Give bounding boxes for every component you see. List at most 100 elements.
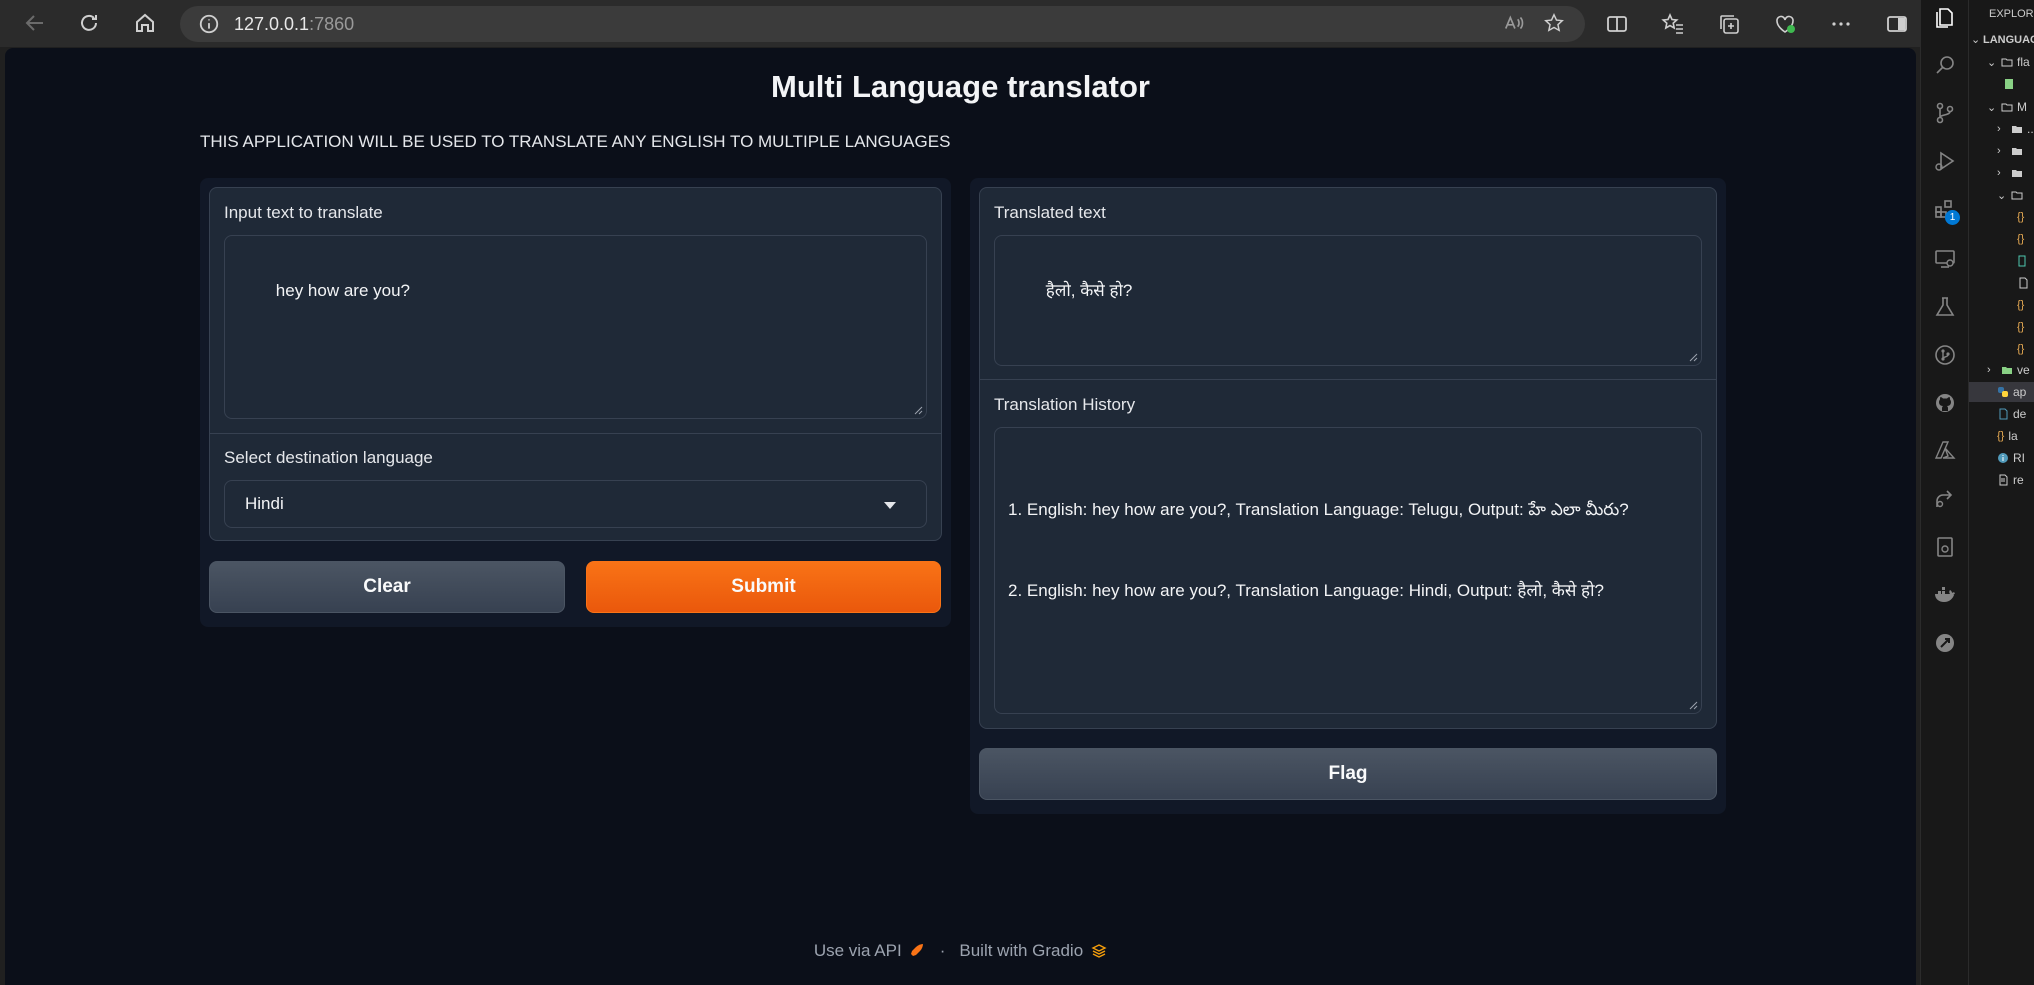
github-icon[interactable]: [1933, 391, 1957, 415]
submit-button[interactable]: Submit: [586, 561, 941, 613]
output-column: Translated text हैलो, कैसे हो? Translati…: [970, 178, 1726, 814]
tree-item[interactable]: ap: [1997, 382, 2026, 402]
address-bar[interactable]: 127.0.0.1:7860: [180, 6, 1585, 42]
explorer-icon[interactable]: [1933, 6, 1957, 30]
resize-handle-icon[interactable]: [914, 406, 923, 415]
tree-item[interactable]: [2003, 74, 2019, 94]
use-via-api-link[interactable]: Use via API: [814, 941, 902, 961]
azure-icon[interactable]: [1933, 439, 1957, 463]
json-file-icon: {}: [1997, 430, 2005, 442]
json-file-icon: {}: [2017, 321, 2025, 333]
tree-item[interactable]: {}: [2017, 317, 2028, 337]
rocket-icon: [910, 944, 923, 956]
tree-item[interactable]: ›..: [1997, 119, 2034, 139]
built-with-gradio-link[interactable]: Built with Gradio: [959, 941, 1083, 961]
json-file-icon: {}: [2017, 343, 2025, 355]
tree-item[interactable]: {} la: [1997, 426, 2018, 446]
history-textarea[interactable]: 1. English: hey how are you?, Translatio…: [994, 427, 1702, 714]
binary-file-icon: [2018, 255, 2026, 267]
gradio-logo-icon: [1091, 944, 1107, 958]
flag-button[interactable]: Flag: [979, 748, 1717, 800]
url-port: :7860: [309, 13, 355, 34]
tree-label: la: [2008, 429, 2018, 443]
live-share-icon[interactable]: [1933, 487, 1957, 511]
chevron-right-icon: ›: [1987, 364, 1991, 376]
testing-flask-icon[interactable]: [1933, 295, 1957, 319]
chevron-down-icon: ⌄: [1987, 56, 1997, 69]
star-icon[interactable]: [1543, 12, 1565, 34]
source-control-icon[interactable]: [1933, 101, 1957, 125]
input-textarea[interactable]: hey how are you?: [224, 235, 927, 419]
tree-item[interactable]: {}: [2017, 229, 2028, 249]
favorites-icon: [1661, 12, 1683, 34]
refresh-button[interactable]: [68, 2, 110, 44]
output-form: Translated text हैलो, कैसे हो? Translati…: [979, 187, 1717, 729]
footer-separator: ·: [939, 941, 946, 960]
git-graph-icon[interactable]: [1933, 343, 1957, 367]
tree-item[interactable]: {}: [2017, 295, 2028, 315]
tree-label: M: [2017, 100, 2027, 114]
file-icon: [2019, 277, 2028, 289]
tree-label: de: [2013, 407, 2027, 421]
requirements-file-icon: [1999, 474, 2008, 486]
doc-file-icon: [1999, 408, 2008, 420]
tree-item[interactable]: re: [1997, 470, 2024, 490]
resize-handle-icon[interactable]: [1689, 353, 1698, 362]
run-debug-icon[interactable]: [1933, 149, 1957, 173]
refresh-icon: [81, 14, 97, 31]
tree-item[interactable]: de: [1997, 404, 2026, 424]
browser-essentials-button[interactable]: [1763, 2, 1807, 46]
json-file-icon: {}: [2017, 211, 2025, 223]
tree-item[interactable]: ⌄: [1997, 185, 2027, 205]
docker-icon[interactable]: [1933, 583, 1957, 607]
arrow-left-icon: [25, 15, 43, 31]
form-divider: [210, 433, 941, 434]
tree-item[interactable]: › ve: [1987, 360, 2030, 380]
info-icon[interactable]: [198, 13, 220, 35]
url-host: 127.0.0.1: [234, 13, 310, 34]
tree-item[interactable]: [2017, 251, 2033, 271]
read-aloud-icon[interactable]: [1503, 12, 1525, 34]
vscode-activity-bar: 1: [1920, 0, 1968, 985]
chevron-right-icon: ›: [1997, 167, 2001, 179]
tree-item[interactable]: ⌄ fla: [1987, 52, 2030, 72]
collections-button[interactable]: [1707, 2, 1751, 46]
home-button[interactable]: [124, 2, 166, 44]
tree-item[interactable]: ›: [1997, 163, 2027, 183]
language-dropdown[interactable]: Hindi: [224, 480, 927, 528]
chevron-down-icon[interactable]: ⌄: [1971, 33, 1980, 46]
search-icon[interactable]: [1933, 53, 1957, 77]
explorer-title: EXPLORER: [1989, 8, 2034, 20]
extensions-badge: 1: [1945, 210, 1960, 225]
form-divider: [980, 379, 1716, 380]
workspace-header[interactable]: LANGUAGE: [1983, 34, 2034, 46]
tree-item[interactable]: {}: [2017, 207, 2028, 227]
settings-sync-icon[interactable]: [1933, 535, 1957, 559]
split-screen-button[interactable]: [1595, 2, 1639, 46]
tree-label: re: [2013, 473, 2024, 487]
csv-file-icon: [2005, 79, 2013, 89]
gradio-app: Multi Language translator THIS APPLICATI…: [5, 48, 1916, 985]
timeline-icon[interactable]: [1933, 631, 1957, 655]
resize-handle-icon[interactable]: [1689, 701, 1698, 710]
sidebar-toggle-button[interactable]: [1875, 2, 1919, 46]
history-label: Translation History: [994, 395, 1136, 414]
more-button[interactable]: [1819, 2, 1863, 46]
tree-item[interactable]: ›: [1997, 141, 2027, 161]
favorites-button[interactable]: [1651, 2, 1695, 46]
more-dots-icon: [1832, 21, 1850, 26]
remote-explorer-icon[interactable]: [1933, 247, 1957, 271]
tree-item[interactable]: RI: [1997, 448, 2025, 468]
chevron-down-icon: [884, 502, 896, 509]
chevron-down-icon: ⌄: [1997, 189, 2007, 202]
vscode-explorer: EXPLORER ⌄ LANGUAGE ⌄fla ⌄M ›.. › › ⌄ {}…: [1968, 0, 2034, 985]
back-button[interactable]: [14, 2, 56, 44]
venv-folder-icon: [2002, 367, 2012, 374]
tree-item[interactable]: ⌄ M: [1987, 97, 2027, 117]
translated-textarea[interactable]: हैलो, कैसे हो?: [994, 235, 1702, 366]
clear-button[interactable]: Clear: [209, 561, 565, 613]
translated-text-label: Translated text: [994, 203, 1106, 222]
folder-open-icon: [2011, 191, 2023, 200]
tree-item[interactable]: {}: [2017, 339, 2028, 359]
tree-item[interactable]: [2017, 273, 2033, 293]
